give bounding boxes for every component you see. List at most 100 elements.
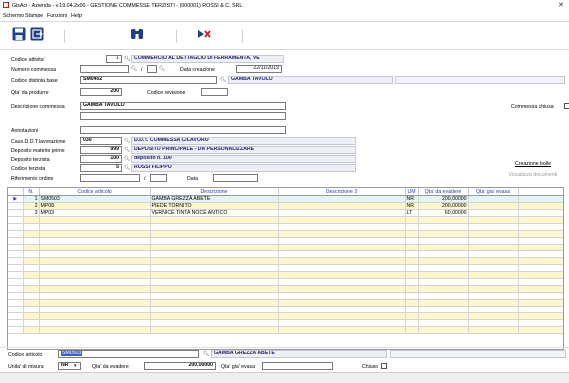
chevron-down-icon[interactable]: ▼: [73, 363, 77, 368]
riferimento-ordine-field[interactable]: [80, 174, 140, 182]
col-codice-articolo[interactable]: Codice articolo: [39, 188, 151, 196]
col-descrizione[interactable]: Descrizione: [150, 188, 279, 196]
numero-commessa-field[interactable]: [80, 65, 129, 73]
codice-distinta-desc-2: [395, 76, 565, 84]
caus-ddt-field[interactable]: 030: [80, 137, 122, 145]
search-icon[interactable]: 🔍︎: [124, 138, 130, 144]
table-row[interactable]: [8, 326, 563, 335]
menu-funzioni[interactable]: Funzioni: [47, 13, 67, 19]
caus-ddt-desc: D.D.T. COMMESSA C/LAVORO: [131, 137, 356, 145]
data-creazione-field[interactable]: 22/11/2019: [236, 65, 282, 73]
search-icon[interactable]: 🔍︎: [124, 147, 130, 153]
search-icon[interactable]: 🔍︎: [131, 66, 137, 72]
search-icon[interactable]: 🔍︎: [124, 156, 130, 162]
status-bar: [0, 372, 569, 383]
righe-grid: N. Codice articolo Descrizione Descrizio…: [7, 187, 564, 350]
table-row[interactable]: [8, 223, 563, 231]
table-row[interactable]: [8, 285, 563, 293]
numero-commessa-anno-field[interactable]: [147, 65, 157, 73]
footer-chiuso-checkbox[interactable]: [381, 363, 387, 369]
cod-terzista-field[interactable]: 5: [80, 164, 122, 172]
qta-produrre-field[interactable]: 200: [80, 88, 122, 96]
footer-codice-articolo-field[interactable]: SM0503: [58, 350, 199, 358]
footer-qta-evasa-label: Qta' gia' evasa: [221, 364, 255, 370]
commessa-chiusa-checkbox[interactable]: [564, 103, 569, 109]
save-button[interactable]: [12, 27, 26, 41]
table-row[interactable]: [8, 312, 563, 321]
annotazioni-field[interactable]: [80, 126, 286, 134]
footer-qta-evadere-label: Qta' da evadere: [92, 364, 129, 370]
footer-divider: [0, 347, 569, 348]
menu-stampe[interactable]: Stampe: [25, 13, 43, 19]
cod-terzista-label: Codice terzista: [11, 166, 46, 172]
app-icon: [3, 2, 9, 8]
footer-codice-articolo-value: SM0503: [61, 350, 83, 356]
creazione-bolle-button[interactable]: Creazione bolle: [503, 161, 563, 167]
table-row[interactable]: [8, 257, 563, 266]
dep-terzista-field[interactable]: 100: [80, 155, 122, 163]
footer-qta-evadere-field[interactable]: 200,00000: [144, 362, 216, 370]
table-row[interactable]: [8, 264, 563, 273]
menu-schermo[interactable]: Schermo: [3, 13, 24, 19]
codice-revisione-label: Codice revisione: [147, 90, 186, 96]
col-qta-evadere[interactable]: Qta' da evadere: [418, 188, 469, 196]
codice-distinta-label: Codice distinta base: [11, 78, 58, 84]
table-row[interactable]: ▶ 1 SM0503 GAMBA GREZZA ABETE NR 200,000…: [8, 195, 563, 203]
visualizza-documenti-button[interactable]: Visualizza documenti: [500, 172, 566, 178]
footer-unita-select[interactable]: NR: [58, 362, 81, 370]
search-icon[interactable]: 🔍︎: [203, 351, 209, 357]
numero-commessa-sep: /: [141, 67, 143, 73]
table-row[interactable]: 3 MP03 VERNICE TINTA NOCE ANTICO LT 60,0…: [8, 209, 563, 217]
exit-button[interactable]: [30, 27, 44, 41]
table-row[interactable]: [8, 250, 563, 259]
dep-terzista-label: Deposito terzista: [11, 157, 50, 163]
numero-commessa-label: Numero commessa: [11, 67, 56, 73]
search-button[interactable]: [130, 27, 144, 41]
col-um[interactable]: UM: [405, 188, 419, 196]
commessa-chiusa-label: Commessa chiusa: [511, 104, 554, 110]
search-icon[interactable]: 🔍︎: [124, 56, 130, 62]
search-icon[interactable]: 🔍︎: [220, 77, 226, 83]
menu-bar: Schermo Stampe Funzioni Help: [0, 11, 569, 20]
title-bar: GisAci - Azienda - v.19.04.2x00 - GESTIO…: [0, 0, 569, 11]
table-row[interactable]: [8, 271, 563, 280]
table-row[interactable]: [8, 244, 563, 252]
binoculars-icon: [131, 29, 143, 39]
codice-attivita-desc: COMMERCIO AL DETTAGLIO DI FERRAMENTA, VE: [131, 55, 284, 63]
table-row[interactable]: [8, 319, 563, 328]
qta-produrre-label: Qta' da produrre: [11, 90, 49, 96]
col-descrizione-2[interactable]: Descrizione 2: [278, 188, 406, 196]
annotazioni-label: Annotazioni: [11, 128, 39, 134]
dep-terzista-desc: deposito n. 100: [131, 155, 356, 163]
table-row[interactable]: 2 MP08 PIEDE TORNITO NR 200,00000: [8, 202, 563, 210]
data-creazione-label: Data creazione: [180, 67, 215, 73]
window-title: GisAci - Azienda - v.19.04.2x00 - GESTIO…: [12, 2, 244, 9]
table-row[interactable]: [8, 306, 563, 314]
footer-codice-articolo-label: Codice articolo: [8, 352, 43, 358]
codice-distinta-field[interactable]: SM0402: [80, 76, 217, 84]
footer-qta-evasa-field[interactable]: [262, 362, 333, 370]
descrizione-commessa-field-2[interactable]: [80, 112, 286, 120]
menu-help[interactable]: Help: [71, 13, 82, 19]
search-icon[interactable]: 🔍︎: [159, 66, 165, 72]
table-row[interactable]: [8, 237, 563, 245]
col-qta-evasa[interactable]: Qta' gia' evasa: [468, 188, 519, 196]
riferimento-ordine-anno-field[interactable]: [150, 174, 167, 182]
descrizione-commessa-field[interactable]: GAMBA TAVOLO: [80, 102, 286, 110]
delete-button[interactable]: [197, 27, 211, 41]
close-icon[interactable]: ✕: [558, 1, 564, 9]
table-row[interactable]: [8, 230, 563, 238]
table-row[interactable]: [8, 216, 563, 224]
dep-materie-field[interactable]: 999: [80, 146, 122, 154]
codice-attivita-field[interactable]: 1: [106, 55, 122, 63]
table-row[interactable]: [8, 299, 563, 307]
col-n[interactable]: N.: [23, 188, 40, 196]
table-row[interactable]: [8, 278, 563, 286]
search-icon[interactable]: 🔍︎: [124, 165, 130, 171]
data-field[interactable]: [213, 174, 258, 182]
caus-ddt-label: Caus.D.D.T.lavorazione: [11, 139, 66, 145]
dep-materie-label: Deposito materie prime: [11, 148, 65, 154]
codice-revisione-field[interactable]: [201, 88, 228, 96]
toolbar: [0, 22, 569, 48]
table-row[interactable]: [8, 292, 563, 300]
